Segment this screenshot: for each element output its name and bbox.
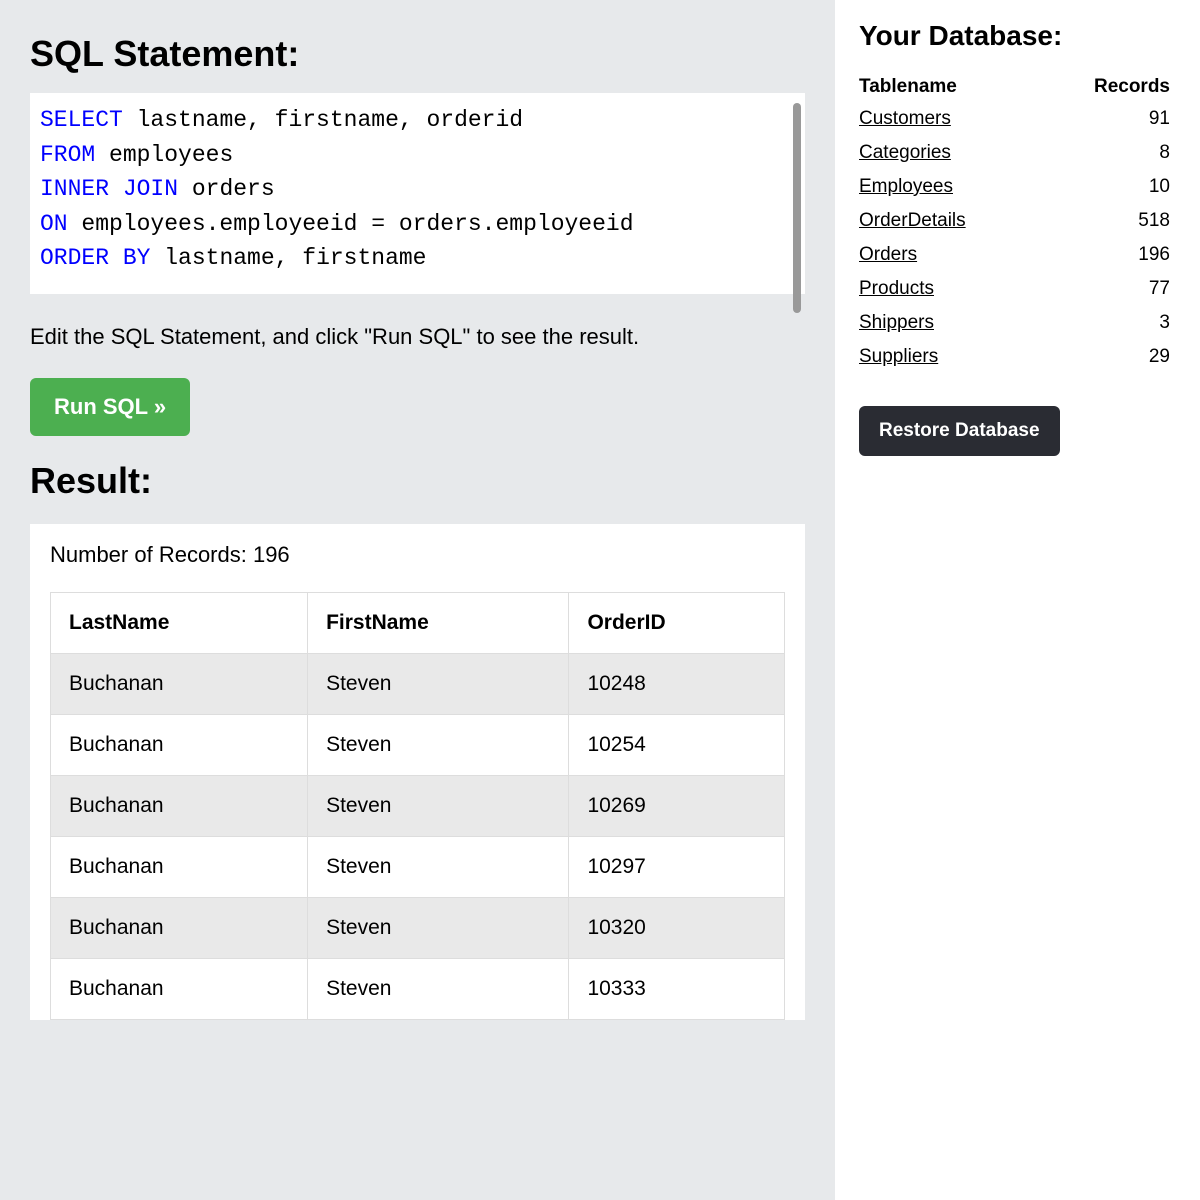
table-cell: 10269 — [569, 775, 785, 836]
result-panel: Number of Records: 196 LastNameFirstName… — [30, 524, 805, 1020]
db-col-tablename: Tablename — [859, 72, 1041, 102]
result-heading: Result: — [30, 460, 805, 502]
db-table-link[interactable]: Categories — [859, 142, 951, 163]
hint-text: Edit the SQL Statement, and click "Run S… — [30, 324, 805, 350]
table-cell: Buchanan — [51, 653, 308, 714]
table-row: BuchananSteven10248 — [51, 653, 785, 714]
table-cell: Steven — [308, 714, 569, 775]
db-table-records: 8 — [1041, 136, 1170, 170]
table-cell: Steven — [308, 897, 569, 958]
db-table-link[interactable]: Customers — [859, 108, 951, 129]
table-cell: Buchanan — [51, 775, 308, 836]
editor-scrollbar[interactable] — [793, 103, 801, 313]
sql-editor-content[interactable]: SELECT lastname, firstname, orderid FROM… — [40, 103, 789, 276]
db-table-records: 10 — [1041, 170, 1170, 204]
table-cell: 10254 — [569, 714, 785, 775]
table-row: BuchananSteven10254 — [51, 714, 785, 775]
database-tables: Tablename Records Customers 91 Categories 8… — [859, 72, 1170, 374]
table-cell: Buchanan — [51, 836, 308, 897]
db-table-link[interactable]: Orders — [859, 244, 917, 265]
table-cell: Steven — [308, 836, 569, 897]
table-row: BuchananSteven10320 — [51, 897, 785, 958]
restore-database-button[interactable]: Restore Database — [859, 406, 1060, 456]
db-table-row: Suppliers 29 — [859, 340, 1170, 374]
table-cell: Steven — [308, 653, 569, 714]
db-table-row: OrderDetails 518 — [859, 204, 1170, 238]
db-table-link[interactable]: OrderDetails — [859, 210, 966, 231]
result-column-header: OrderID — [569, 592, 785, 653]
db-table-row: Orders 196 — [859, 238, 1170, 272]
db-table-row: Products 77 — [859, 272, 1170, 306]
db-col-records: Records — [1041, 72, 1170, 102]
table-row: BuchananSteven10269 — [51, 775, 785, 836]
table-cell: 10333 — [569, 958, 785, 1019]
result-column-header: FirstName — [308, 592, 569, 653]
db-table-records: 77 — [1041, 272, 1170, 306]
db-table-row: Shippers 3 — [859, 306, 1170, 340]
table-row: BuchananSteven10297 — [51, 836, 785, 897]
table-cell: Buchanan — [51, 714, 308, 775]
sidebar-heading: Your Database: — [859, 20, 1170, 52]
table-cell: 10320 — [569, 897, 785, 958]
table-cell: Steven — [308, 958, 569, 1019]
db-table-link[interactable]: Shippers — [859, 312, 934, 333]
main-panel: SQL Statement: SELECT lastname, firstnam… — [0, 0, 835, 1200]
table-cell: 10297 — [569, 836, 785, 897]
db-table-records: 518 — [1041, 204, 1170, 238]
db-table-row: Categories 8 — [859, 136, 1170, 170]
table-cell: Buchanan — [51, 958, 308, 1019]
db-table-records: 196 — [1041, 238, 1170, 272]
table-cell: 10248 — [569, 653, 785, 714]
result-column-header: LastName — [51, 592, 308, 653]
db-table-link[interactable]: Suppliers — [859, 346, 938, 367]
table-cell: Buchanan — [51, 897, 308, 958]
db-table-records: 29 — [1041, 340, 1170, 374]
run-sql-button[interactable]: Run SQL » — [30, 378, 190, 436]
result-table: LastNameFirstNameOrderID BuchananSteven1… — [50, 592, 785, 1020]
db-table-row: Customers 91 — [859, 102, 1170, 136]
sidebar: Your Database: Tablename Records Custome… — [835, 0, 1200, 1200]
record-count-label: Number of Records: 196 — [50, 542, 785, 568]
sql-statement-heading: SQL Statement: — [30, 33, 805, 75]
db-table-records: 91 — [1041, 102, 1170, 136]
db-table-records: 3 — [1041, 306, 1170, 340]
sql-editor[interactable]: SELECT lastname, firstname, orderid FROM… — [30, 93, 805, 294]
table-cell: Steven — [308, 775, 569, 836]
db-table-row: Employees 10 — [859, 170, 1170, 204]
db-table-link[interactable]: Products — [859, 278, 934, 299]
table-row: BuchananSteven10333 — [51, 958, 785, 1019]
db-table-link[interactable]: Employees — [859, 176, 953, 197]
